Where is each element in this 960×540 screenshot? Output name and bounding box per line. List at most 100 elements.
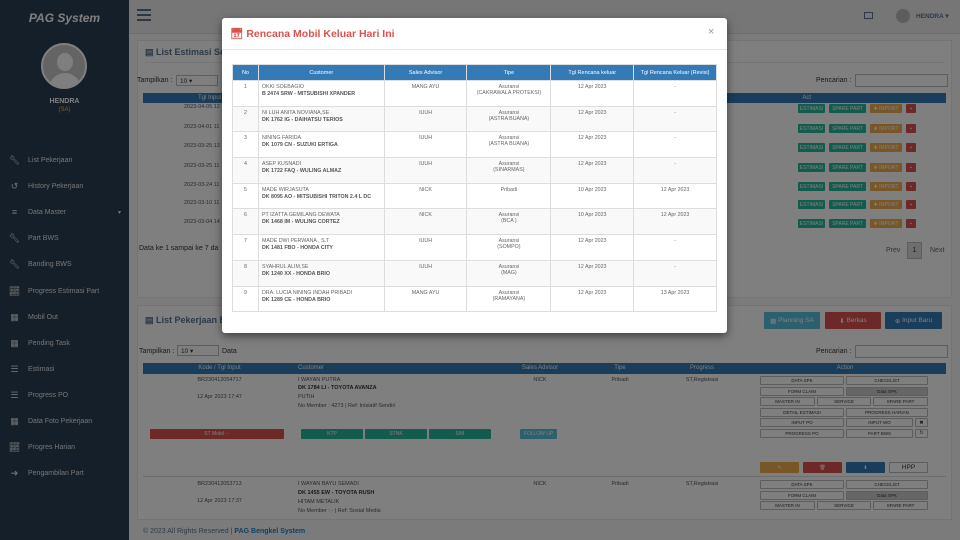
modal-title: 📅︎ Rencana Mobil Keluar Hari Ini bbox=[230, 27, 395, 41]
customer-vehicle: DK 1240 XX - HONDA BRIO bbox=[261, 270, 331, 277]
row-no: 3 bbox=[232, 131, 259, 159]
customer-vehicle: DK 8095 AO - MITSUBISHI TRITON 2.4 L DC bbox=[261, 193, 372, 200]
row-tipe-cell: Pribadi bbox=[466, 182, 552, 210]
row-customer-cell: NINING FARIDA DK 1079 CN - SUZUKI ERTIGA bbox=[257, 131, 385, 159]
customer-vehicle: B 2474 SRW - MITSUBISHI XPANDER bbox=[261, 91, 356, 97]
modal-col-header: Tgl Rencana keluar bbox=[550, 64, 635, 81]
modal-col-header: Tipe bbox=[466, 64, 552, 81]
row-customer-cell: PT IZATTA GEMILANG DEWATA DK 1468 IM - WU… bbox=[257, 208, 385, 236]
customer-vehicle: DK 1468 IM - WULING CORTEZ bbox=[261, 219, 340, 226]
customer-name: OKKI SOEBAGIO bbox=[261, 84, 305, 90]
customer-name: MADE WIRJASUTA bbox=[261, 186, 309, 193]
row-tipe-cell: Asuransi (BCA ) bbox=[466, 208, 552, 236]
row-revised-date: - bbox=[633, 105, 717, 133]
row-customer-cell: MADE WIRJASUTA DK 8095 AO - MITSUBISHI TR… bbox=[257, 182, 385, 210]
customer-name: DRA. LUCIA NINING INDAH PRIBADI bbox=[261, 289, 352, 296]
row-no: 4 bbox=[232, 157, 259, 184]
row-sa: MANG AYU bbox=[383, 285, 468, 313]
insurance: (SOMPO) bbox=[497, 244, 521, 251]
rencana-table: No Customer Sales Advisor Tipe Tgl Rencana k… bbox=[232, 64, 717, 313]
modal-col-header: Tgl Rencana Keluar (Revisi) bbox=[633, 64, 717, 81]
row-sa: IUUH bbox=[383, 259, 468, 287]
modal-table-row: 5 MADE WIRJASUTA DK 8095 AO - MITSUBISHI T… bbox=[232, 182, 717, 210]
customer-vehicle: DK 1481 FBO - HONDA CITY bbox=[261, 245, 333, 252]
row-revised-date: - bbox=[633, 157, 717, 184]
modal-table-row: 9 DRA. LUCIA NINING INDAH PRIBADI DK 1289 … bbox=[232, 285, 717, 313]
modal-table-row: 7 MADE DWI PERWANA , S.T DK 1481 FBO - HON… bbox=[232, 234, 717, 261]
customer-vehicle: DK 1289 CE - HONDA BRIO bbox=[261, 296, 331, 303]
insurance: (ASTRA BUANA) bbox=[488, 141, 530, 148]
row-tipe-cell: Asuransi (ASTRA BUANA) bbox=[466, 105, 552, 133]
row-tipe-cell: Asuransi (MAG) bbox=[466, 259, 552, 287]
row-no: 5 bbox=[232, 182, 259, 210]
row-plan-date: 10 Apr 2023 bbox=[550, 182, 635, 210]
row-sa: NICK bbox=[383, 208, 468, 236]
row-plan-date: 12 Apr 2023 bbox=[550, 234, 635, 261]
row-revised-date: - bbox=[633, 259, 717, 287]
row-customer-cell: NI LUH ANITA NOVIANA,SE DK 1762 IG - DAIH… bbox=[257, 105, 385, 133]
customer-vehicle: DK 1079 CN - SUZUKI ERTIGA bbox=[261, 142, 338, 149]
row-customer-cell: DRA. LUCIA NINING INDAH PRIBADI DK 1289 C… bbox=[257, 285, 385, 313]
modal-divider bbox=[222, 49, 727, 50]
row-revised-date: - bbox=[633, 234, 717, 261]
customer-name: PT IZATTA GEMILANG DEWATA bbox=[261, 212, 340, 219]
row-sa: MANG AYU bbox=[383, 80, 468, 107]
row-sa: IUUH bbox=[383, 105, 468, 133]
row-customer-cell: OKKI SOEBAGIO B 2474 SRW - MITSUBISHI XPA… bbox=[257, 80, 385, 107]
row-sa: IUUH bbox=[383, 234, 468, 261]
row-tipe-cell: Asuransi (ASTRA BUANA) bbox=[466, 131, 552, 159]
row-customer-cell: ASEP KUSNADI DK 1722 FAQ - WULING ALMAZ bbox=[257, 157, 385, 184]
row-revised-date: - bbox=[633, 131, 717, 159]
close-icon[interactable]: × bbox=[708, 26, 714, 38]
customer-name: NINING FARIDA bbox=[261, 135, 302, 142]
insurance: (SINARMAS) bbox=[493, 167, 525, 174]
row-sa: IUUH bbox=[383, 131, 468, 159]
tipe: Pribadi bbox=[500, 186, 518, 193]
customer-vehicle: DK 1762 IG - DAIHATSU TERIOS bbox=[261, 116, 343, 123]
modal-table-row: 8 SYAHRUL ALIM,SE DK 1240 XX - HONDA BRIO I… bbox=[232, 259, 717, 287]
modal-col-header: No bbox=[232, 64, 259, 81]
insurance: (RAMAYANA) bbox=[492, 295, 526, 302]
row-no: 6 bbox=[232, 208, 259, 236]
row-no: 2 bbox=[232, 105, 259, 133]
row-sa: NICK bbox=[383, 182, 468, 210]
customer-vehicle: DK 1722 FAQ - WULING ALMAZ bbox=[261, 168, 342, 175]
customer-name: MADE DWI PERWANA , S.T bbox=[261, 238, 330, 245]
row-no: 1 bbox=[232, 80, 259, 107]
customer-name: SYAHRUL ALIM,SE bbox=[261, 263, 309, 270]
insurance: (BCA ) bbox=[501, 218, 517, 225]
modal-col-header: Customer bbox=[257, 64, 385, 81]
modal-table-row: 1 OKKI SOEBAGIO B 2474 SRW - MITSUBISHI XP… bbox=[232, 80, 717, 107]
row-tipe-cell: Asuransi (RAMAYANA) bbox=[466, 285, 552, 313]
row-revised-date: - bbox=[633, 80, 717, 107]
row-customer-cell: MADE DWI PERWANA , S.T DK 1481 FBO - HOND… bbox=[257, 234, 385, 261]
insurance: (ASTRA BUANA) bbox=[488, 115, 530, 122]
row-revised-date: 12 Apr 2023 bbox=[633, 182, 717, 210]
customer-name: ASEP KUSNADI bbox=[261, 161, 301, 168]
row-plan-date: 10 Apr 2023 bbox=[550, 208, 635, 236]
row-plan-date: 12 Apr 2023 bbox=[550, 259, 635, 287]
modal-table-row: 4 ASEP KUSNADI DK 1722 FAQ - WULING ALMAZ I… bbox=[232, 157, 717, 184]
insurance: (MAG) bbox=[501, 269, 517, 276]
row-plan-date: 12 Apr 2023 bbox=[550, 131, 635, 159]
row-no: 9 bbox=[232, 285, 259, 313]
row-plan-date: 12 Apr 2023 bbox=[550, 105, 635, 133]
row-plan-date: 12 Apr 2023 bbox=[550, 80, 635, 107]
row-tipe-cell: Asuransi (SINARMAS) bbox=[466, 157, 552, 184]
row-tipe-cell: Asuransi (CAKRAWALA PROTEKSI) bbox=[466, 80, 552, 107]
insurance: (CAKRAWALA PROTEKSI) bbox=[476, 90, 542, 96]
modal-table-row: 3 NINING FARIDA DK 1079 CN - SUZUKI ERTIGA… bbox=[232, 131, 717, 159]
rencana-modal: 📅︎ Rencana Mobil Keluar Hari Ini × No Cust… bbox=[222, 18, 727, 333]
customer-name: NI LUH ANITA NOVIANA,SE bbox=[261, 109, 330, 116]
calendar-icon: 📅︎ bbox=[230, 28, 244, 40]
modal-table-row: 6 PT IZATTA GEMILANG DEWATA DK 1468 IM - W… bbox=[232, 208, 717, 236]
row-plan-date: 12 Apr 2023 bbox=[550, 285, 635, 313]
row-plan-date: 12 Apr 2023 bbox=[550, 157, 635, 184]
row-no: 7 bbox=[232, 234, 259, 261]
row-revised-date: 12 Apr 2023 bbox=[633, 208, 717, 236]
row-revised-date: 13 Apr 2023 bbox=[633, 285, 717, 313]
modal-col-header: Sales Advisor bbox=[383, 64, 468, 81]
row-customer-cell: SYAHRUL ALIM,SE DK 1240 XX - HONDA BRIO bbox=[257, 259, 385, 287]
row-sa: IUUH bbox=[383, 157, 468, 184]
row-no: 8 bbox=[232, 259, 259, 287]
